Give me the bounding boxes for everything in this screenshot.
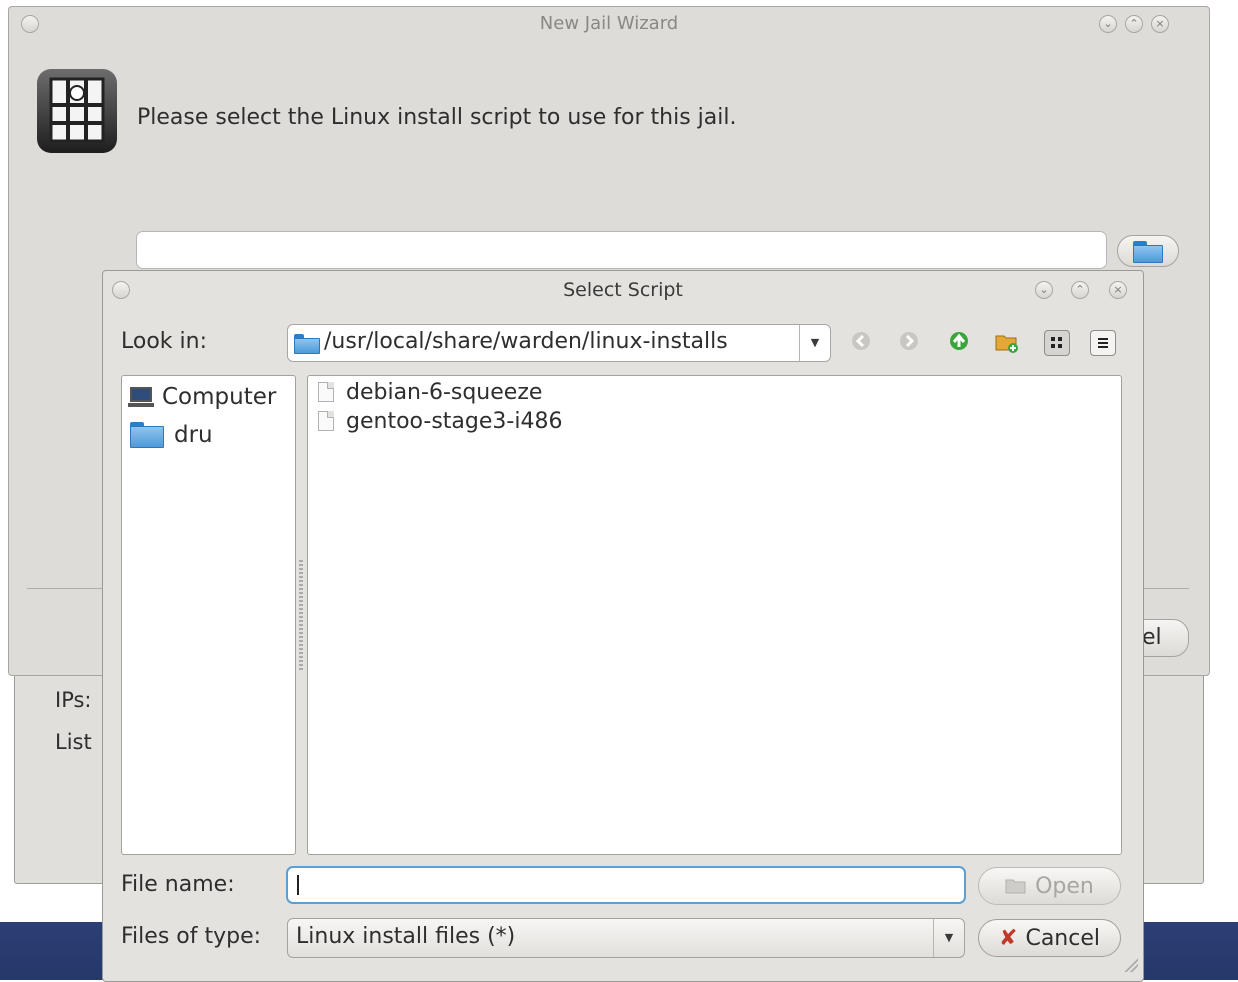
folder-icon bbox=[294, 334, 320, 354]
file-name-label: File name: bbox=[121, 872, 235, 897]
sidebar-item-label: Computer bbox=[162, 384, 277, 410]
dialog-maximize-button[interactable]: ⌃ bbox=[1071, 281, 1089, 299]
sidebar-item-dru[interactable]: dru bbox=[130, 418, 213, 452]
dialog-title: Select Script bbox=[563, 279, 683, 301]
folder-icon bbox=[130, 422, 164, 448]
parent-directory-icon[interactable] bbox=[946, 330, 972, 356]
files-of-type-label: Files of type: bbox=[121, 924, 262, 949]
ips-label: IPs: bbox=[55, 688, 92, 712]
new-folder-icon[interactable] bbox=[994, 330, 1020, 356]
open-button[interactable]: Open bbox=[978, 867, 1121, 905]
computer-icon bbox=[128, 387, 154, 407]
files-of-type-value: Linux install files (*) bbox=[296, 924, 516, 949]
files-of-type-combo[interactable]: Linux install files (*) ▼ bbox=[287, 918, 965, 958]
wizard-prompt: Please select the Linux install script t… bbox=[137, 105, 737, 130]
file-icon bbox=[318, 411, 334, 431]
wizard-title: New Jail Wizard bbox=[539, 13, 679, 34]
open-label: Open bbox=[1035, 873, 1094, 899]
sidebar-item-computer[interactable]: Computer bbox=[128, 380, 277, 414]
folder-icon bbox=[1133, 241, 1163, 263]
look-in-combo[interactable]: /usr/local/share/warden/linux-installs ▼ bbox=[287, 324, 831, 362]
maximize-button[interactable]: ⌃ bbox=[1125, 15, 1143, 33]
close-button[interactable]: × bbox=[1151, 15, 1169, 33]
places-sidebar: Computer dru bbox=[121, 375, 296, 855]
resize-grip[interactable] bbox=[1124, 958, 1138, 972]
current-path: /usr/local/share/warden/linux-installs bbox=[324, 329, 728, 354]
list-item[interactable]: debian-6-squeeze bbox=[318, 378, 542, 406]
file-name: debian-6-squeeze bbox=[346, 379, 543, 405]
minimize-button[interactable]: ⌄ bbox=[1099, 15, 1117, 33]
jail-icon bbox=[31, 65, 123, 161]
cancel-button[interactable]: ✘ Cancel bbox=[978, 919, 1121, 957]
back-icon[interactable] bbox=[848, 330, 874, 356]
file-list[interactable]: debian-6-squeeze gentoo-stage3-i486 bbox=[307, 375, 1122, 855]
sidebar-item-label: dru bbox=[174, 422, 213, 448]
dialog-close-button[interactable]: × bbox=[1109, 281, 1127, 299]
splitter-handle[interactable] bbox=[299, 560, 303, 670]
dialog-minimize-button[interactable]: ⌄ bbox=[1035, 281, 1053, 299]
cancel-x-icon: ✘ bbox=[999, 925, 1018, 951]
list-item[interactable]: gentoo-stage3-i486 bbox=[318, 407, 562, 435]
chevron-down-icon[interactable]: ▼ bbox=[933, 919, 964, 957]
file-name: gentoo-stage3-i486 bbox=[346, 408, 563, 434]
browse-button[interactable] bbox=[1117, 235, 1179, 267]
file-icon bbox=[318, 382, 334, 402]
chevron-down-icon[interactable]: ▼ bbox=[799, 325, 830, 361]
listen-label: List bbox=[55, 730, 92, 754]
detail-view-button[interactable] bbox=[1090, 330, 1116, 356]
text-caret bbox=[297, 875, 299, 895]
folder-open-icon bbox=[1005, 879, 1026, 894]
cancel-label: Cancel bbox=[1025, 925, 1100, 951]
icon-view-button[interactable] bbox=[1044, 330, 1070, 356]
file-name-input[interactable] bbox=[286, 866, 966, 904]
script-path-input[interactable] bbox=[136, 231, 1107, 269]
look-in-label: Look in: bbox=[121, 329, 207, 354]
forward-icon[interactable] bbox=[896, 330, 922, 356]
